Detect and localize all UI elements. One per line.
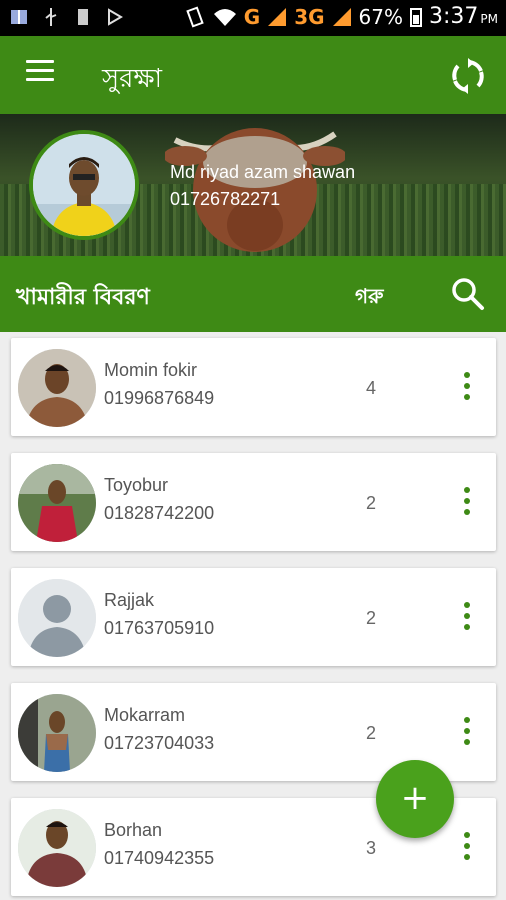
add-icon: +: [400, 778, 430, 818]
more-options-icon[interactable]: [460, 487, 474, 521]
cow-image: [165, 128, 345, 252]
farmer-avatar: [18, 809, 96, 887]
farmer-phone: 01828742200: [104, 503, 215, 523]
add-farmer-button[interactable]: +: [376, 760, 454, 838]
profile-avatar[interactable]: [29, 130, 139, 240]
signal-flag-icon: [108, 8, 123, 26]
network-3g-label: 3G: [294, 4, 325, 29]
more-options-icon[interactable]: [460, 717, 474, 751]
network-g-label: G: [243, 4, 261, 29]
farmer-name: Borhan: [104, 820, 163, 840]
section-header: খামারীর বিবরণ গরু: [0, 256, 506, 332]
status-indicators: G 3G 67% 3:37 PM: [184, 4, 498, 29]
cattle-count-header: গরু: [355, 284, 384, 308]
farmer-phone: 01996876849: [104, 388, 215, 408]
clock-time: 3:37: [429, 4, 479, 29]
cattle-count: 4: [366, 378, 377, 398]
section-title: খামারীর বিবরণ: [16, 285, 150, 310]
farmer-name: Toyobur: [104, 475, 169, 495]
farmer-avatar: [18, 464, 96, 542]
more-options-icon[interactable]: [460, 602, 474, 636]
cattle-count: 2: [366, 723, 377, 743]
farmer-avatar: [18, 694, 96, 772]
farmer-card[interactable]: Rajjak 01763705910 2: [11, 568, 496, 666]
menu-icon[interactable]: [26, 60, 54, 90]
clock-ampm: PM: [480, 12, 498, 26]
cattle-count: 3: [366, 838, 377, 858]
farmer-card[interactable]: Toyobur 01828742200 2: [11, 453, 496, 551]
battery-percent: 67%: [358, 4, 403, 29]
sd-card-icon: [78, 9, 88, 25]
usb-icon: [45, 8, 57, 26]
cattle-count: 2: [366, 608, 377, 628]
signal-icon-2: [332, 7, 351, 26]
farmer-name: Mokarram: [104, 705, 186, 725]
vibrate-icon: [186, 5, 204, 28]
status-bar: G 3G 67% 3:37 PM: [0, 0, 506, 36]
search-icon[interactable]: [450, 276, 486, 312]
profile-header: Md riyad azam shawan 01726782271: [0, 114, 506, 256]
more-options-icon[interactable]: [460, 372, 474, 406]
cattle-count: 2: [366, 493, 377, 513]
farmer-phone: 01740942355: [104, 848, 215, 868]
farmer-phone: 01763705910: [104, 618, 215, 638]
app-bar: সুরক্ষা: [0, 36, 506, 114]
farmer-name: Rajjak: [104, 590, 155, 610]
farmer-name: Momin fokir: [104, 360, 198, 380]
farmer-avatar-placeholder: [18, 579, 96, 657]
app-title: সুরক্ষা: [102, 64, 163, 94]
more-options-icon[interactable]: [460, 832, 474, 866]
profile-phone: 01726782271: [170, 189, 281, 209]
profile-name: Md riyad azam shawan: [170, 162, 356, 182]
wifi-icon: [213, 8, 236, 26]
clock: 3:37 PM: [429, 4, 498, 29]
profile-photo: [33, 134, 135, 236]
signal-icon: [268, 7, 287, 26]
sync-icon[interactable]: [448, 56, 488, 96]
farmer-phone: 01723704033: [104, 733, 215, 753]
farmer-avatar: [18, 349, 96, 427]
book-icon: [11, 10, 27, 24]
notification-icons: [10, 6, 124, 28]
farmer-card[interactable]: Momin fokir 01996876849 4: [11, 338, 496, 436]
battery-icon: [410, 7, 422, 27]
